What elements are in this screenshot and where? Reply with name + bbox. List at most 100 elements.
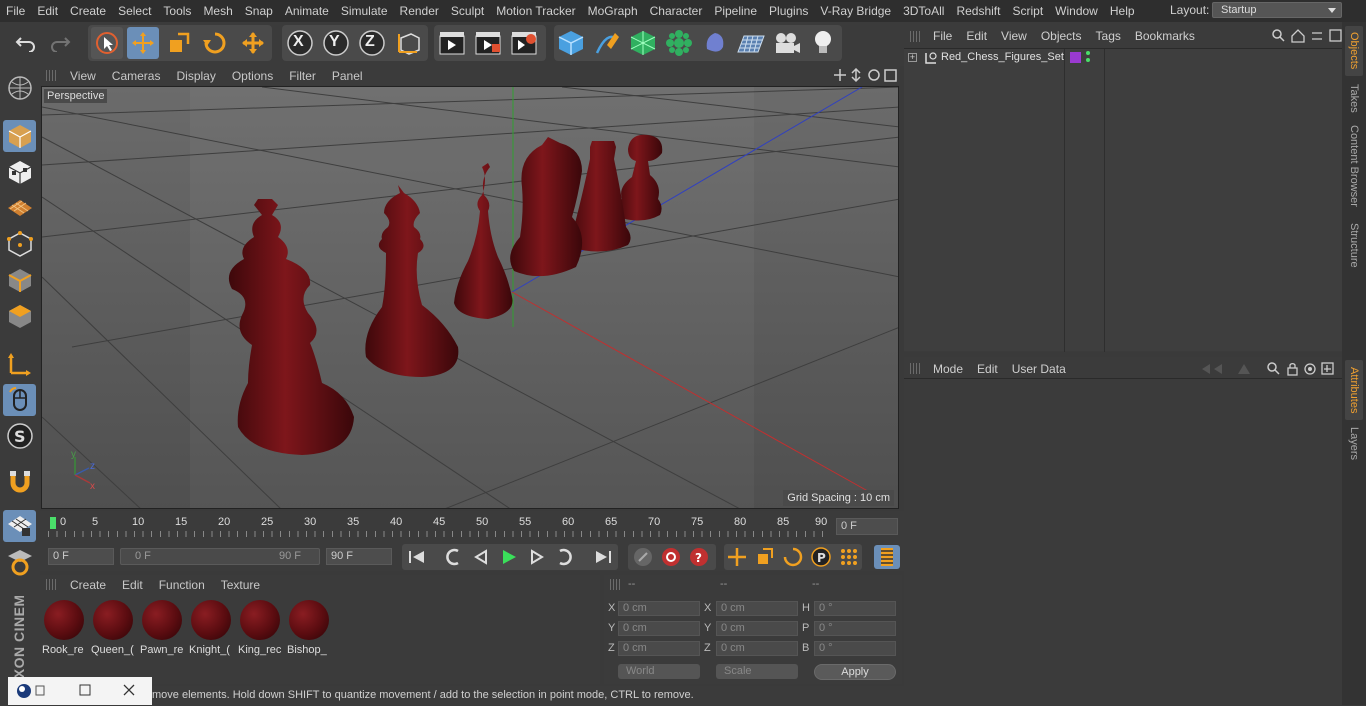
key-rotation-icon[interactable] — [780, 545, 806, 569]
attribute-menu-edit[interactable]: Edit — [970, 362, 1005, 376]
x-axis-icon[interactable]: X — [284, 27, 316, 59]
tweak-mode-icon[interactable] — [3, 384, 36, 416]
subdivision-icon[interactable] — [627, 27, 659, 59]
material-item[interactable]: Bishop_ — [287, 598, 331, 656]
layout-select[interactable]: Startup — [1212, 2, 1342, 18]
key-pla-icon[interactable] — [836, 545, 862, 569]
texture-mode-icon[interactable] — [3, 156, 36, 188]
motion-record-icon[interactable] — [630, 545, 656, 569]
select-arrow-icon[interactable] — [91, 27, 123, 59]
menu-create[interactable]: Create — [64, 0, 112, 22]
deformer-icon[interactable] — [699, 27, 731, 59]
menu-select[interactable]: Select — [112, 0, 157, 22]
object-menu-tags[interactable]: Tags — [1089, 29, 1128, 43]
cloner-icon[interactable] — [663, 27, 695, 59]
next-frame-icon[interactable] — [524, 545, 550, 569]
timeline[interactable]: 0 5 10 15 20 25 30 35 40 45 50 55 60 65 … — [40, 511, 904, 543]
rotation-h-field[interactable]: 0 ° — [814, 601, 896, 616]
menu-vray-bridge[interactable]: V-Ray Bridge — [814, 0, 897, 22]
menu-motion-tracker[interactable]: Motion Tracker — [490, 0, 581, 22]
object-menu-bookmarks[interactable]: Bookmarks — [1128, 29, 1202, 43]
position-z-field[interactable]: 0 cm — [618, 641, 700, 656]
material-item[interactable]: King_rec — [238, 598, 282, 656]
viewport-menu-cameras[interactable]: Cameras — [104, 69, 169, 83]
viewport-menu-filter[interactable]: Filter — [281, 69, 324, 83]
menu-sculpt[interactable]: Sculpt — [445, 0, 490, 22]
play-icon[interactable] — [496, 545, 522, 569]
material-item[interactable]: Rook_re — [42, 598, 86, 656]
prev-frame-icon[interactable] — [468, 545, 494, 569]
tab-content-browser[interactable]: Content Browser — [1345, 120, 1363, 212]
redo-icon[interactable] — [44, 27, 76, 59]
coordinate-mode-select[interactable]: World — [618, 664, 700, 679]
tab-attributes[interactable]: Attributes — [1345, 360, 1363, 420]
material-item[interactable]: Pawn_re — [140, 598, 184, 656]
object-menu-objects[interactable]: Objects — [1034, 29, 1089, 43]
z-axis-icon[interactable]: Z — [356, 27, 388, 59]
cube-icon[interactable] — [555, 27, 587, 59]
menu-window[interactable]: Window — [1049, 0, 1104, 22]
attribute-menu-user-data[interactable]: User Data — [1005, 362, 1073, 376]
material-item[interactable]: Knight_( — [189, 598, 233, 656]
make-editable-icon[interactable] — [3, 72, 36, 104]
playhead-marker[interactable] — [50, 517, 56, 529]
material-menu-texture[interactable]: Texture — [213, 578, 268, 592]
coordinate-system-icon[interactable] — [392, 27, 424, 59]
viewport-menu-display[interactable]: Display — [168, 69, 223, 83]
axis-mode-icon[interactable] — [3, 348, 36, 380]
locked-workplane-icon[interactable] — [3, 546, 36, 578]
rotation-b-field[interactable]: 0 ° — [814, 641, 896, 656]
close-icon[interactable] — [122, 683, 136, 700]
autokey-icon[interactable]: ? — [686, 545, 712, 569]
menu-snap[interactable]: Snap — [239, 0, 279, 22]
menu-tools[interactable]: Tools — [157, 0, 197, 22]
end-frame-field[interactable]: 90 F — [326, 548, 392, 565]
render-settings-icon[interactable] — [508, 27, 540, 59]
expand-icon[interactable]: + — [908, 53, 917, 62]
menu-pipeline[interactable]: Pipeline — [708, 0, 763, 22]
floor-icon[interactable] — [735, 27, 767, 59]
viewport-menu-panel[interactable]: Panel — [324, 69, 371, 83]
render-picture-viewer-icon[interactable] — [472, 27, 504, 59]
material-menu-edit[interactable]: Edit — [114, 578, 151, 592]
material-menu-create[interactable]: Create — [62, 578, 114, 592]
size-x-field[interactable]: 0 cm — [716, 601, 798, 616]
go-to-start-icon[interactable] — [404, 545, 430, 569]
key-position-icon[interactable] — [724, 545, 750, 569]
key-parameter-icon[interactable]: P — [808, 545, 834, 569]
viewport-menu-view[interactable]: View — [62, 69, 104, 83]
magnet-snap-icon[interactable] — [3, 466, 36, 498]
prev-key-icon[interactable] — [440, 545, 466, 569]
menu-render[interactable]: Render — [394, 0, 445, 22]
coordinate-scale-select[interactable]: Scale — [716, 664, 798, 679]
object-menu-file[interactable]: File — [926, 29, 959, 43]
undo-icon[interactable] — [10, 27, 42, 59]
menu-file[interactable]: File — [0, 0, 31, 22]
maximize-icon[interactable] — [78, 683, 92, 700]
tree-row[interactable]: + Red_Chess_Figures_Set — [904, 49, 1342, 67]
tab-takes[interactable]: Takes — [1345, 80, 1363, 116]
timeline-toggle-icon[interactable] — [874, 545, 900, 569]
menu-edit[interactable]: Edit — [31, 0, 64, 22]
render-view-icon[interactable] — [436, 27, 468, 59]
menu-help[interactable]: Help — [1104, 0, 1141, 22]
visibility-editor-dot[interactable] — [1086, 51, 1090, 55]
position-y-field[interactable]: 0 cm — [618, 621, 700, 636]
menu-script[interactable]: Script — [1006, 0, 1049, 22]
frame-range-slider[interactable]: 0 F 90 F — [120, 548, 320, 565]
viewport-perspective[interactable]: y z x Perspective Grid Spacing : 10 cm — [41, 86, 899, 509]
viewport-menu-options[interactable]: Options — [224, 69, 281, 83]
layer-color-swatch[interactable] — [1070, 52, 1081, 63]
position-x-field[interactable]: 0 cm — [618, 601, 700, 616]
attribute-menu-mode[interactable]: Mode — [926, 362, 970, 376]
object-menu-view[interactable]: View — [994, 29, 1034, 43]
cinema4d-icon[interactable] — [16, 683, 46, 702]
menu-3dtoall[interactable]: 3DToAll — [897, 0, 950, 22]
tab-structure[interactable]: Structure — [1345, 218, 1363, 272]
menu-simulate[interactable]: Simulate — [335, 0, 394, 22]
move-icon[interactable] — [127, 27, 159, 59]
current-frame-field[interactable]: 0 F — [836, 518, 898, 535]
timeline-ruler[interactable]: 0 5 10 15 20 25 30 35 40 45 50 55 60 65 … — [48, 515, 828, 531]
apply-button[interactable]: Apply — [814, 664, 896, 680]
record-key-icon[interactable] — [658, 545, 684, 569]
